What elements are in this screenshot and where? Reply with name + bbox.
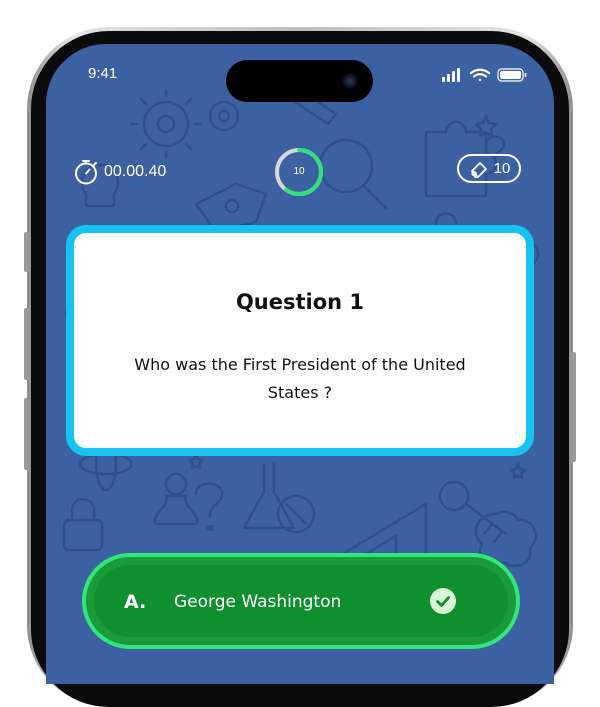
- action-button: [24, 232, 29, 272]
- answer-letter: A.: [124, 591, 147, 613]
- status-time: 9:41: [88, 65, 118, 82]
- eraser-icon: [470, 161, 487, 178]
- camera-icon: [342, 73, 358, 89]
- check-circle-icon: [430, 588, 456, 614]
- timer-value: 00.00.40: [104, 163, 167, 180]
- answer-option-a[interactable]: A. George Washington: [82, 553, 520, 649]
- answer-option-body: A. George Washington: [94, 565, 508, 637]
- question-title: Question 1: [235, 290, 365, 314]
- question-card: Question 1 Who was the First President o…: [66, 225, 534, 456]
- status-icons: [442, 68, 527, 82]
- screen: 9:41 00.00.40 10 10 Question 1 Who was t…: [46, 44, 554, 684]
- volume-up-button: [24, 308, 29, 380]
- answer-text: George Washington: [174, 592, 342, 612]
- battery-icon: [497, 68, 527, 82]
- wifi-icon: [469, 68, 491, 82]
- volume-down-button: [24, 398, 29, 470]
- power-button: [571, 352, 576, 462]
- question-progress-ring: 10: [272, 145, 326, 199]
- hints-count: 10: [493, 160, 511, 177]
- stopwatch-icon: [75, 160, 97, 185]
- game-timer: 00.00.40: [73, 159, 166, 185]
- signal-icon: [442, 68, 460, 82]
- question-text: Who was the First President of the Unite…: [134, 355, 466, 402]
- hints-button[interactable]: 10: [457, 154, 521, 183]
- progress-count: 10: [293, 166, 305, 177]
- dynamic-island: [226, 60, 373, 102]
